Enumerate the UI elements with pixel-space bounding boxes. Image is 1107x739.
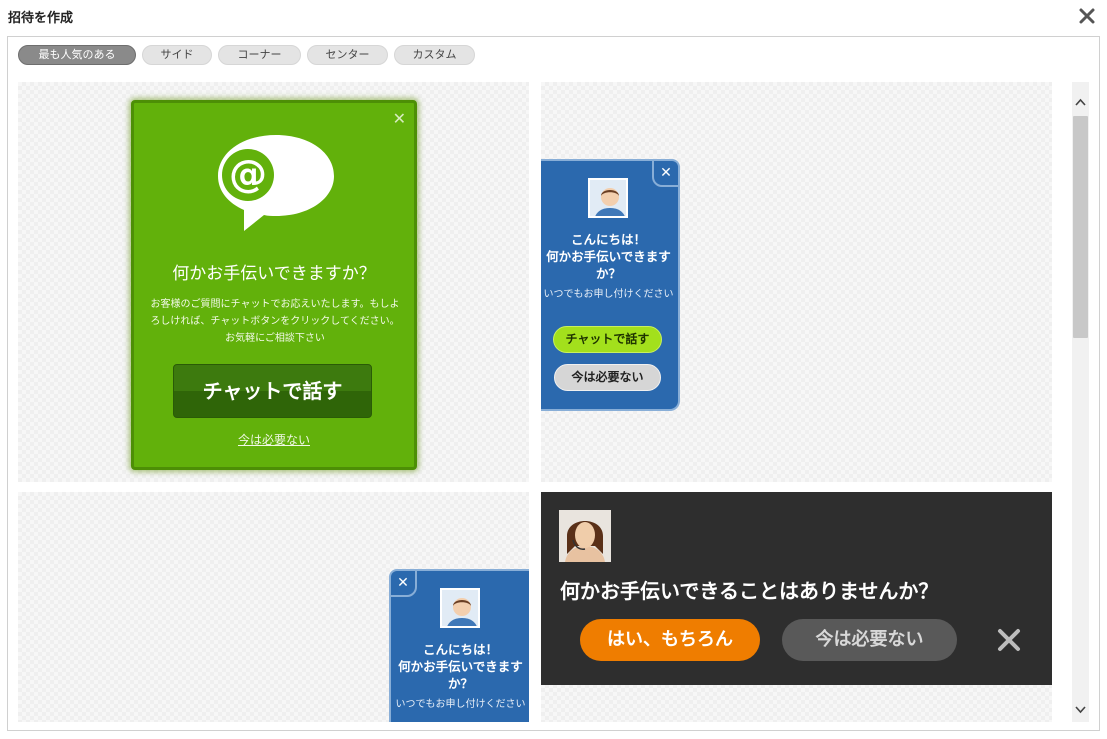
template-blue-corner[interactable]: ✕ こんにちは！ 何かお手伝いできますか？ いつでもお申し付けください [18, 492, 529, 722]
dark-accept-button[interactable]: はい、もちろん [580, 619, 760, 661]
blue-side-widget: ✕ こんにちは！ 何かお手伝いできますか？ いつでもお申し付けください チャット… [541, 159, 680, 411]
scroll-thumb[interactable] [1073, 116, 1088, 338]
tab-corner[interactable]: コーナー [218, 45, 301, 65]
tab-center[interactable]: センター [307, 45, 388, 65]
scroll-down-icon[interactable] [1072, 701, 1089, 718]
blue-greeting: こんにちは！ [570, 232, 646, 247]
dark-invite-bar: 何かお手伝いできることはありませんか？ はい、もちろん 今は必要ない [541, 492, 1052, 685]
corner-greeting: こんにちは！ [422, 642, 498, 657]
scroll-up-icon[interactable] [1072, 94, 1089, 111]
blue-subtext: いつでもお申し付けください [543, 289, 674, 300]
template-blue-side[interactable]: ✕ こんにちは！ 何かお手伝いできますか？ いつでもお申し付けください チャット… [541, 82, 1052, 482]
blue-headline: こんにちは！ 何かお手伝いできますか？ [541, 231, 678, 282]
blue-close-icon[interactable]: ✕ [652, 159, 680, 187]
svg-text:@: @ [229, 152, 267, 196]
agent-photo [559, 510, 611, 562]
blue-corner-widget: ✕ こんにちは！ 何かお手伝いできますか？ いつでもお申し付けください [389, 569, 529, 722]
gallery-scrollbar[interactable] [1072, 82, 1089, 722]
dark-headline: 何かお手伝いできることはありませんか？ [560, 579, 939, 603]
tab-side[interactable]: サイド [142, 45, 212, 65]
template-dark-bar[interactable]: 何かお手伝いできることはありませんか？ はい、もちろん 今は必要ない [541, 492, 1052, 722]
blue-question: 何かお手伝いできますか？ [546, 249, 671, 281]
agent-avatar [588, 178, 628, 218]
green-close-icon[interactable]: ✕ [393, 109, 406, 128]
green-invite-card: ✕ @ 何かお手伝いできますか？ お客様のご質問にチャットでお応えいたします。も… [131, 100, 417, 470]
chat-bubble-at-icon: @ [218, 135, 334, 231]
corner-headline: こんにちは！ 何かお手伝いできますか？ [391, 641, 529, 692]
dark-decline-button[interactable]: 今は必要ない [782, 619, 957, 661]
corner-question: 何かお手伝いできますか？ [398, 659, 523, 691]
template-green-popup[interactable]: ✕ @ 何かお手伝いできますか？ お客様のご質問にチャットでお応えいたします。も… [18, 82, 529, 482]
green-decline-link[interactable]: 今は必要ない [134, 431, 414, 448]
template-gallery: 最も人気のある サイド コーナー センター カスタム ✕ @ 何かお手伝いできま… [7, 36, 1100, 731]
green-headline: 何かお手伝いできますか？ [172, 264, 376, 284]
blue-chat-button[interactable]: チャットで話す [553, 326, 662, 353]
corner-subtext: いつでもお申し付けください [395, 699, 526, 710]
close-icon[interactable] [1073, 2, 1101, 30]
blue-decline-button[interactable]: 今は必要ない [554, 364, 661, 391]
green-chat-button[interactable]: チャットで話す [173, 364, 372, 418]
corner-agent-avatar [440, 588, 480, 628]
tab-most-popular[interactable]: 最も人気のある [18, 45, 136, 65]
dialog-titlebar: 招待を作成 [0, 0, 1107, 34]
corner-close-icon[interactable]: ✕ [389, 569, 417, 597]
dialog-title: 招待を作成 [8, 11, 74, 26]
tab-custom[interactable]: カスタム [394, 45, 475, 65]
green-body-text: お客様のご質問にチャットでお応えいたします。もしよろしければ、チャットボタンをク… [150, 299, 400, 344]
dark-close-icon[interactable] [995, 626, 1023, 654]
